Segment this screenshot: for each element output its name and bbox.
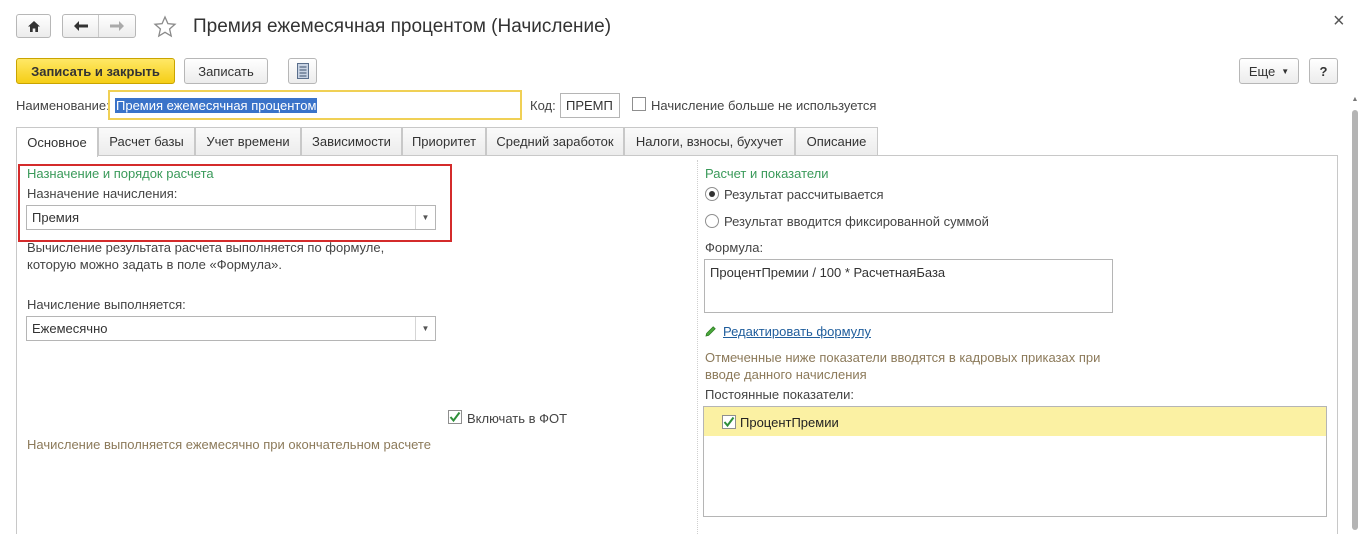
period-value: Ежемесячно xyxy=(32,321,108,336)
forward-button[interactable] xyxy=(99,15,135,37)
list-item[interactable]: ПроцентПремии xyxy=(704,407,1326,436)
constant-indicators-label: Постоянные показатели: xyxy=(705,387,854,402)
unused-label: Начисление больше не используется xyxy=(651,98,877,113)
check-icon xyxy=(723,416,735,428)
left-section-title: Назначение и порядок расчета xyxy=(27,166,214,181)
footer-note: Начисление выполняется ежемесячно при ок… xyxy=(27,437,431,452)
indicator-checkbox[interactable] xyxy=(722,415,736,429)
indicators-note-line-2: вводе данного начисления xyxy=(705,367,867,382)
history-nav xyxy=(62,14,136,38)
tab-priority[interactable]: Приоритет xyxy=(402,127,486,155)
right-section-title: Расчет и показатели xyxy=(705,166,829,181)
indicators-list: ПроцентПремии xyxy=(703,406,1327,517)
more-menu-button[interactable]: Еще ▼ xyxy=(1239,58,1299,84)
save-and-close-button[interactable]: Записать и закрыть xyxy=(16,58,175,84)
tab-description[interactable]: Описание xyxy=(795,127,878,155)
radio-fixed-label: Результат вводится фиксированной суммой xyxy=(724,214,989,229)
tab-main[interactable]: Основное xyxy=(16,127,98,157)
purpose-value: Премия xyxy=(32,210,80,225)
fot-label: Включать в ФОТ xyxy=(467,411,568,426)
name-value: Премия ежемесячная процентом xyxy=(115,97,318,113)
code-label: Код: xyxy=(530,98,556,113)
name-input[interactable]: Премия ежемесячная процентом xyxy=(108,90,522,120)
dropdown-arrow-icon[interactable]: ▼ xyxy=(415,206,435,229)
radio-calculated[interactable] xyxy=(705,187,719,201)
check-icon xyxy=(449,411,461,423)
purpose-select[interactable]: Премия ▼ xyxy=(26,205,436,230)
calc-note-line-2: которую можно задать в поле «Формула». xyxy=(27,257,283,272)
unused-checkbox[interactable] xyxy=(632,97,646,111)
tab-taxes[interactable]: Налоги, взносы, бухучет xyxy=(624,127,795,155)
close-icon[interactable]: × xyxy=(1333,10,1345,33)
name-label: Наименование: xyxy=(16,98,110,113)
scroll-thumb[interactable] xyxy=(1352,110,1358,530)
pencil-icon xyxy=(705,326,716,337)
chevron-down-icon: ▼ xyxy=(1281,66,1290,76)
favorite-star-button[interactable] xyxy=(153,15,177,39)
formula-label: Формула: xyxy=(705,240,764,255)
home-icon xyxy=(27,20,40,32)
formula-textarea[interactable]: ПроцентПремии / 100 * РасчетнаяБаза xyxy=(704,259,1113,313)
tab-time-tracking[interactable]: Учет времени xyxy=(195,127,301,155)
help-button[interactable]: ? xyxy=(1309,58,1338,84)
arrow-right-icon xyxy=(110,21,124,31)
code-input[interactable]: ПРЕМП xyxy=(560,93,620,118)
report-button[interactable] xyxy=(288,58,317,84)
tab-average-earnings[interactable]: Средний заработок xyxy=(486,127,624,155)
fot-checkbox[interactable] xyxy=(448,410,462,424)
window-title: Премия ежемесячная процентом (Начисление… xyxy=(193,16,612,37)
purpose-label: Назначение начисления: xyxy=(27,186,178,201)
indicator-name: ПроцентПремии xyxy=(740,415,839,430)
back-button[interactable] xyxy=(63,15,100,37)
radio-dot xyxy=(709,191,715,197)
period-label: Начисление выполняется: xyxy=(27,297,186,312)
period-select[interactable]: Ежемесячно ▼ xyxy=(26,316,436,341)
column-divider xyxy=(697,160,698,534)
indicators-note-line-1: Отмеченные ниже показатели вводятся в ка… xyxy=(705,350,1101,365)
arrow-left-icon xyxy=(73,21,88,31)
calc-note-line-1: Вычисление результата расчета выполняетс… xyxy=(27,240,385,255)
more-menu-label: Еще xyxy=(1248,63,1276,79)
radio-calculated-label: Результат рассчитывается xyxy=(724,187,884,202)
home-button[interactable] xyxy=(16,14,51,38)
save-button[interactable]: Записать xyxy=(184,58,268,84)
document-list-icon xyxy=(296,63,309,79)
scroll-up-icon: ▲ xyxy=(1351,96,1359,103)
edit-formula-link[interactable]: Редактировать формулу xyxy=(723,324,871,339)
tab-base-calc[interactable]: Расчет базы xyxy=(98,127,195,155)
radio-fixed[interactable] xyxy=(705,214,719,228)
scrollbar[interactable]: ▲ xyxy=(1348,96,1362,534)
formula-value: ПроцентПремии / 100 * РасчетнаяБаза xyxy=(710,265,946,280)
tab-dependencies[interactable]: Зависимости xyxy=(301,127,402,155)
star-icon xyxy=(153,15,177,38)
dropdown-arrow-icon[interactable]: ▼ xyxy=(415,317,435,340)
